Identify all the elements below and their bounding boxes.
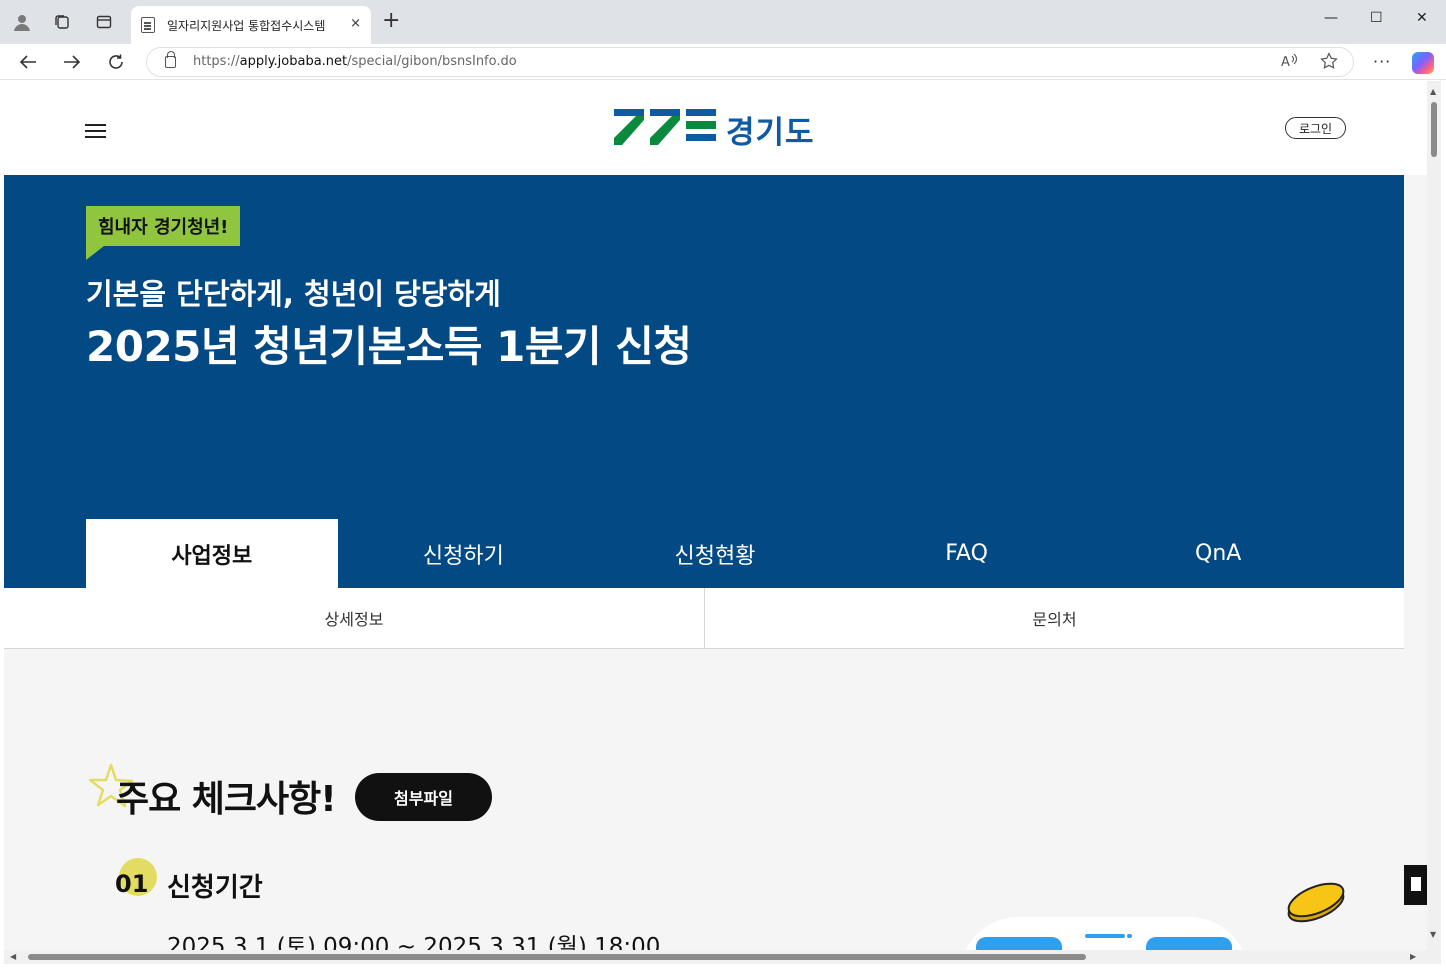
tab-business-info[interactable]: 사업정보 [86,519,338,588]
tab-apply[interactable]: 신청하기 [338,519,590,588]
address-bar[interactable]: https://apply.jobaba.net/special/gibon/b… [146,47,1354,77]
side-floating-button[interactable] [1404,865,1427,905]
close-tab-icon[interactable]: × [350,16,361,31]
scroll-left-icon[interactable]: ◀ [10,952,16,961]
main-tabs: 사업정보 신청하기 신청현황 FAQ QnA [86,519,1344,588]
site-header: 경기도 로그인 [4,81,1427,175]
vertical-scroll-thumb[interactable] [1431,102,1437,157]
back-icon[interactable] [16,50,40,74]
tab-title: 일자리지원사업 통합접수시스템 [167,18,326,33]
svg-text:A: A [1281,55,1290,70]
item-number: 01 [115,870,149,898]
settings-more-button[interactable]: ··· [1373,52,1391,71]
new-tab-button[interactable]: + [382,10,400,32]
hero-subtitle: 기본을 단단하게, 청년이 당당하게 [86,277,501,311]
tab-actions-icon[interactable] [92,10,116,34]
tab-qna[interactable]: QnA [1092,519,1344,588]
illustration-bar [976,937,1062,950]
illustration-dash [1085,934,1125,938]
forward-icon[interactable] [60,50,84,74]
period-value: 2025.3.1.(토) 09:00 ~ 2025.3.31.(월) 18:00 [167,934,661,950]
illustration-dot [1127,934,1132,938]
coin-icon [1287,882,1345,923]
browser-toolbar: https://apply.jobaba.net/special/gibon/b… [0,44,1446,80]
scroll-right-icon[interactable]: ▶ [1410,952,1416,961]
hamburger-icon[interactable] [85,124,106,139]
favorite-star-icon[interactable] [1320,52,1338,74]
check-section: 주요 체크사항! 첨부파일 01 신청기간 2025.3.1.(토) 09:00… [4,649,1404,950]
minimize-button[interactable]: — [1324,10,1338,26]
browser-tab-active[interactable]: 일자리지원사업 통합접수시스템 × [131,6,371,44]
hero-badge: 힘내자 경기청년! [86,206,241,246]
close-window-button[interactable]: ✕ [1416,10,1428,26]
read-aloud-icon[interactable]: A [1280,52,1298,74]
horizontal-scrollbar[interactable]: ◀ ▶ [4,950,1441,964]
horizontal-scroll-thumb[interactable] [28,954,1086,960]
scroll-down-icon[interactable]: ▼ [1430,930,1436,939]
sub-tabs: 상세정보 문의처 [4,588,1404,649]
check-title: 주요 체크사항! [116,779,337,820]
subtab-details[interactable]: 상세정보 [4,588,704,648]
lock-icon[interactable] [165,51,176,68]
document-icon [141,17,155,33]
period-label: 신청기간 [167,873,263,903]
profile-icon[interactable] [10,10,34,34]
vertical-scrollbar[interactable]: ▲ ▼ [1427,81,1441,950]
scroll-up-icon[interactable]: ▲ [1430,87,1436,96]
logo-mark-icon [614,109,716,145]
illustration-bar [1146,937,1232,950]
subtab-contact[interactable]: 문의처 [704,588,1404,648]
hero-title: 2025년 청년기본소득 1분기 신청 [86,322,692,371]
browser-tab-bar: 일자리지원사업 통합접수시스템 × + — ☐ ✕ [0,0,1446,44]
refresh-icon[interactable] [104,50,128,74]
maximize-button[interactable]: ☐ [1370,10,1383,26]
url-text[interactable]: https://apply.jobaba.net/special/gibon/b… [193,54,517,69]
login-button[interactable]: 로그인 [1285,117,1346,139]
tab-faq[interactable]: FAQ [841,519,1093,588]
badge-tail [86,246,104,260]
page-viewport: 경기도 로그인 힘내자 경기청년! 기본을 단단하게, 청년이 당당하게 202… [4,81,1441,950]
tab-application-status[interactable]: 신청현황 [589,519,841,588]
collections-icon[interactable] [50,10,74,34]
attachment-button[interactable]: 첨부파일 [355,773,492,821]
copilot-icon[interactable] [1412,52,1434,74]
logo-text: 경기도 [726,115,815,151]
gyeonggi-logo[interactable]: 경기도 [614,107,820,151]
